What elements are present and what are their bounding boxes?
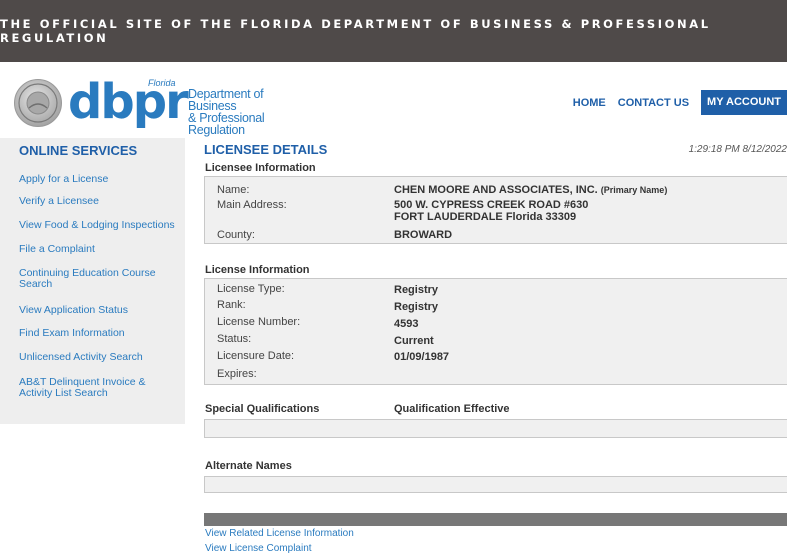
license-number-label: License Number: (217, 316, 301, 328)
alternate-names-heading: Alternate Names (205, 460, 292, 472)
licensure-date-label: Licensure Date: (217, 350, 295, 362)
address-label: Main Address: (217, 199, 287, 211)
licensee-info-heading: Licensee Information (205, 162, 316, 174)
nav-contact-link[interactable]: CONTACT US (618, 97, 689, 109)
name-value-text: CHEN MOORE AND ASSOCIATES, INC. (394, 184, 598, 196)
sidebar-item-unlicensed-activity[interactable]: Unlicensed Activity Search (19, 352, 179, 363)
top-nav: HOME CONTACT US MY ACCOUNT (573, 90, 787, 115)
sidebar-title: ONLINE SERVICES (19, 143, 138, 158)
sidebar-item-food-lodging[interactable]: View Food & Lodging Inspections (19, 220, 179, 231)
nav-my-account-button[interactable]: MY ACCOUNT (701, 90, 787, 115)
sidebar-item-ce-course-search[interactable]: Continuing Education Course Search (19, 268, 169, 290)
license-complaint-link[interactable]: View License Complaint (205, 543, 312, 554)
county-label: County: (217, 229, 255, 241)
license-type-value: Registry (394, 284, 439, 296)
divider-bar (204, 513, 787, 526)
sidebar-item-apply-license[interactable]: Apply for a License (19, 174, 179, 185)
status-label: Status: (217, 333, 252, 345)
expires-label: Expires: (217, 368, 257, 380)
site-banner: THE OFFICIAL SITE OF THE FLORIDA DEPARTM… (0, 0, 787, 62)
department-line-2: & Professional Regulation (188, 111, 265, 137)
licensure-date-value: 01/09/1987 (394, 351, 450, 363)
address-line-2: FORT LAUDERDALE Florida 33309 (394, 211, 577, 223)
timestamp: 1:29:18 PM 8/12/2022 (688, 144, 787, 155)
name-value: CHEN MOORE AND ASSOCIATES, INC. (Primary… (394, 184, 667, 196)
county-value: BROWARD (394, 229, 453, 241)
special-qualifications-heading: Special Qualifications (205, 403, 320, 415)
department-name: Department of Business & Professional Re… (188, 87, 304, 137)
related-license-link[interactable]: View Related License Information (205, 528, 354, 539)
address-line-1: 500 W. CYPRESS CREEK ROAD #630 (394, 199, 589, 211)
license-info-heading: License Information (205, 264, 310, 276)
qualification-effective-heading: Qualification Effective (394, 403, 510, 415)
rank-label: Rank: (217, 299, 246, 311)
dbpr-florida: Florida (148, 78, 176, 88)
banner-text: THE OFFICIAL SITE OF THE FLORIDA DEPARTM… (0, 17, 711, 45)
rank-value: Registry (394, 301, 439, 313)
alternate-names-box (204, 476, 787, 493)
sidebar: ONLINE SERVICES Apply for a License Veri… (0, 138, 185, 424)
sidebar-item-exam-information[interactable]: Find Exam Information (19, 328, 179, 339)
primary-name-tag: (Primary Name) (600, 185, 668, 195)
special-qualifications-box (204, 419, 787, 438)
sidebar-item-application-status[interactable]: View Application Status (19, 305, 179, 316)
florida-seal-icon (14, 79, 62, 127)
status-value: Current (394, 335, 434, 347)
nav-home-link[interactable]: HOME (573, 97, 606, 109)
sidebar-item-verify-licensee[interactable]: Verify a Licensee (19, 196, 179, 207)
page-title: LICENSEE DETAILS (204, 142, 328, 157)
dbpr-wordmark: dbpr Florida (68, 76, 189, 128)
name-label: Name: (217, 184, 250, 196)
license-info-box (204, 278, 787, 385)
dbpr-logo[interactable]: dbpr Florida Department of Business & Pr… (14, 76, 304, 136)
department-line-1: Department of Business (188, 87, 264, 113)
license-type-label: License Type: (217, 283, 285, 295)
sidebar-item-abt-delinquent[interactable]: AB&T Delinquent Invoice & Activity List … (19, 377, 179, 399)
license-number-value: 4593 (394, 318, 419, 330)
sidebar-item-file-complaint[interactable]: File a Complaint (19, 244, 179, 255)
